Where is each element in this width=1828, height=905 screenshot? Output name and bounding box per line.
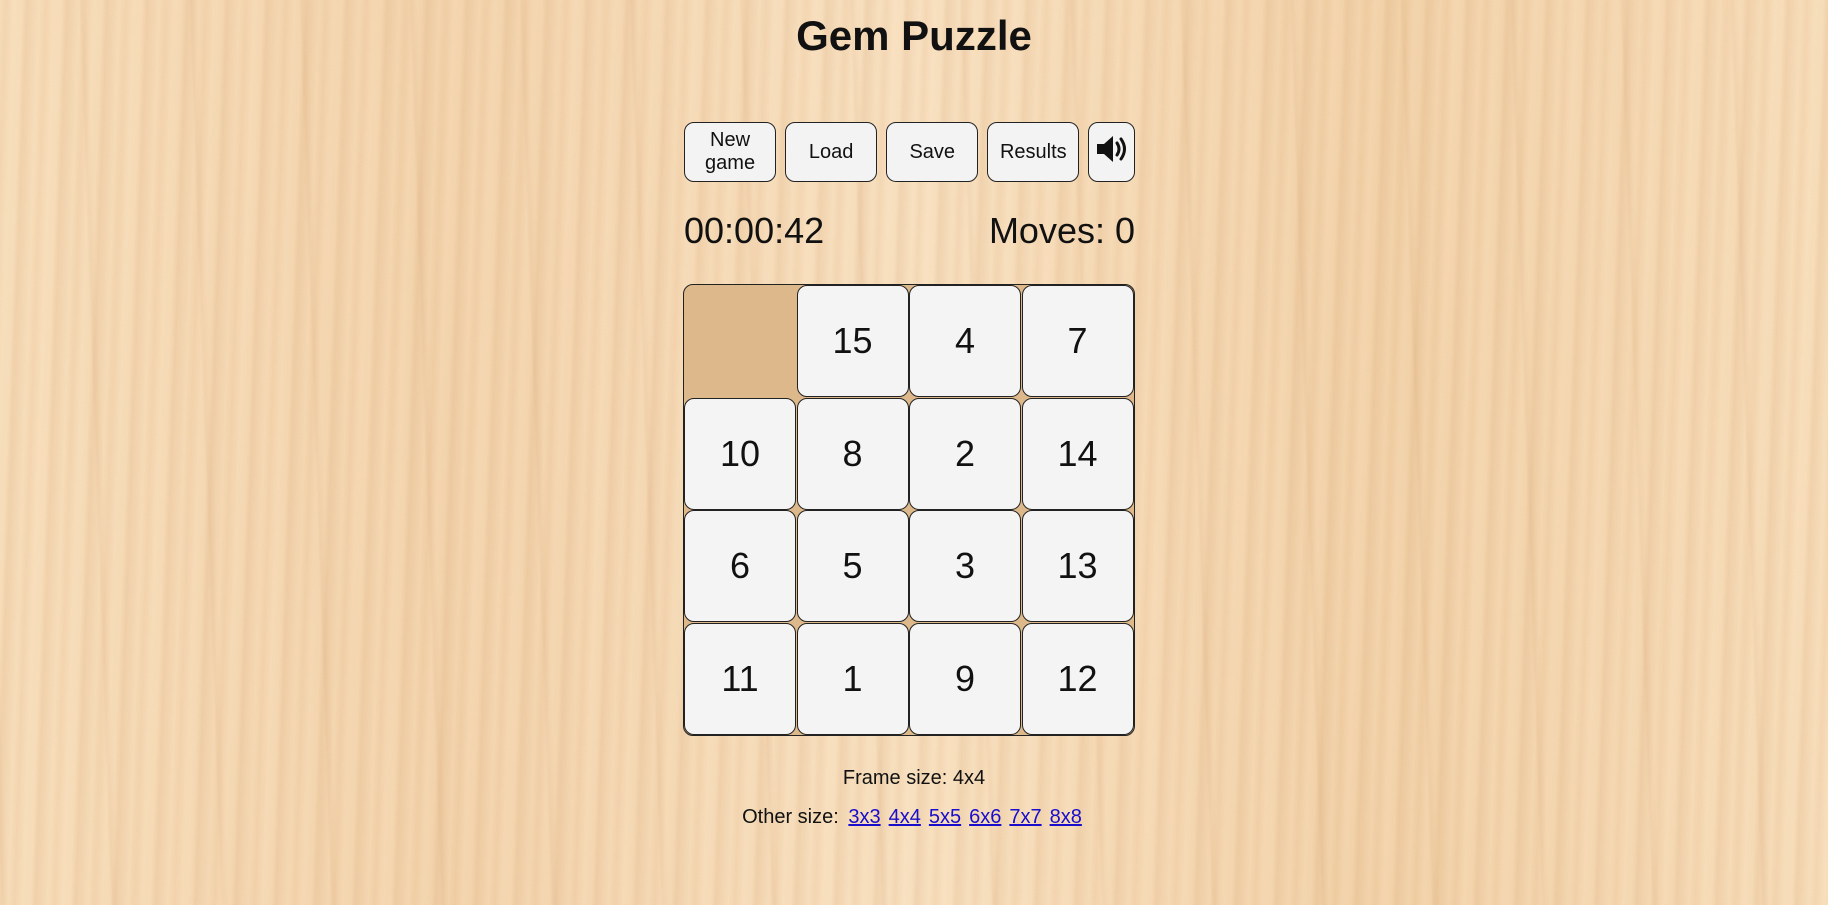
size-link-8x8[interactable]: 8x8 xyxy=(1050,806,1082,828)
puzzle-tile[interactable]: 10 xyxy=(684,397,796,510)
puzzle-tile[interactable]: 9 xyxy=(909,622,1021,735)
puzzle-tile[interactable]: 11 xyxy=(684,622,796,735)
status-bar: 00:00:42 Moves: 0 xyxy=(684,210,1135,252)
new-game-label: New game xyxy=(705,129,756,174)
puzzle-tile[interactable]: 5 xyxy=(796,510,909,622)
puzzle-tile[interactable]: 3 xyxy=(909,510,1021,622)
size-link-6x6[interactable]: 6x6 xyxy=(969,806,1001,828)
other-size-label: Other size: xyxy=(742,806,839,828)
timer: 00:00:42 xyxy=(684,210,825,251)
puzzle-tile[interactable]: 12 xyxy=(1021,622,1134,735)
moves-counter: Moves: 0 xyxy=(988,210,1135,251)
speaker-volume-icon xyxy=(1094,131,1130,173)
puzzle-tile[interactable]: 14 xyxy=(1021,397,1134,510)
page-title: Gem Puzzle xyxy=(796,12,1032,59)
toolbar: New game Load Save Results xyxy=(684,122,1135,182)
other-size-selector: Other size: 3x3 4x4 5x5 6x6 7x7 8x8 xyxy=(0,806,1828,829)
size-links: 3x3 4x4 5x5 6x6 7x7 8x8 xyxy=(844,806,1086,828)
save-button[interactable]: Save xyxy=(886,122,979,182)
frame-size-text: Frame size: 4x4 xyxy=(842,767,986,789)
puzzle-board: 15 4 7 10 8 2 14 6 5 3 13 11 1 9 12 xyxy=(683,284,1135,736)
size-link-4x4[interactable]: 4x4 xyxy=(889,806,921,828)
sound-toggle-button[interactable] xyxy=(1088,122,1135,182)
puzzle-tile[interactable]: 13 xyxy=(1021,510,1134,622)
puzzle-tile[interactable]: 4 xyxy=(909,285,1021,397)
size-link-5x5[interactable]: 5x5 xyxy=(929,806,961,828)
load-button[interactable]: Load xyxy=(785,122,878,182)
size-link-7x7[interactable]: 7x7 xyxy=(1009,806,1041,828)
puzzle-tile[interactable]: 15 xyxy=(796,285,909,397)
size-link-3x3[interactable]: 3x3 xyxy=(848,806,880,828)
puzzle-tile[interactable]: 1 xyxy=(796,622,909,735)
puzzle-tile[interactable]: 2 xyxy=(909,397,1021,510)
puzzle-tile[interactable]: 8 xyxy=(796,397,909,510)
puzzle-tile[interactable]: 7 xyxy=(1021,285,1134,397)
new-game-button[interactable]: New game xyxy=(684,122,777,182)
puzzle-tile[interactable]: 6 xyxy=(684,510,796,622)
results-button[interactable]: Results xyxy=(987,122,1080,182)
